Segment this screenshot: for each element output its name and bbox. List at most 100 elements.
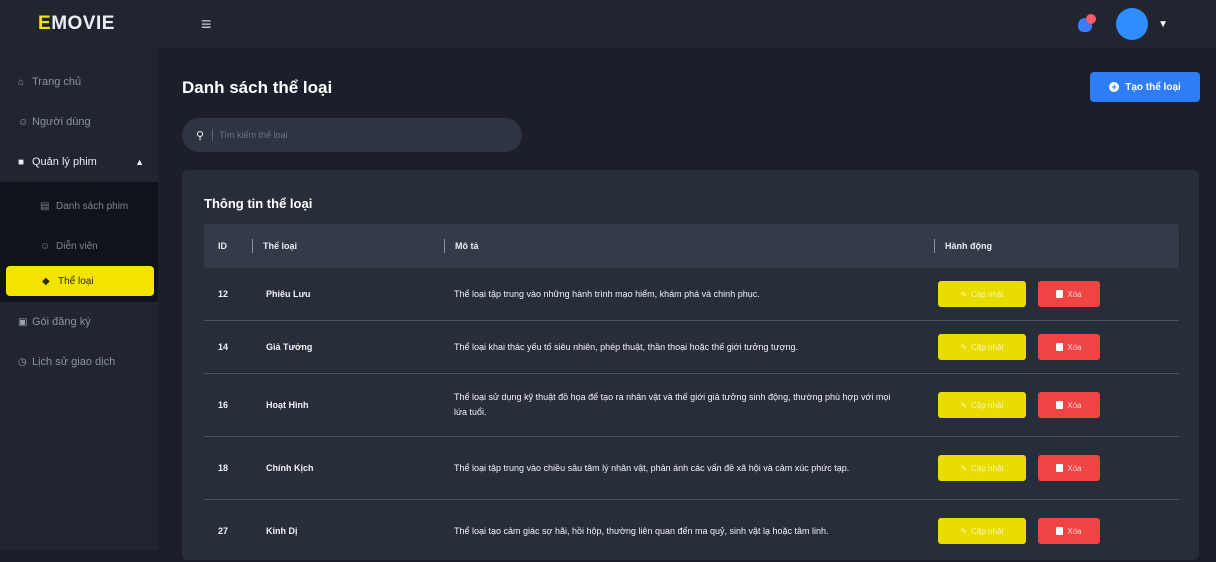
delete-button[interactable]: Xóa — [1038, 455, 1100, 481]
sidebar-item-subscriptions[interactable]: ▣ Gói đăng ký — [0, 302, 158, 342]
cell-id: 27 — [218, 526, 229, 536]
edit-button[interactable]: ✎ Cập nhật — [938, 392, 1026, 418]
delete-button[interactable]: Xóa — [1038, 334, 1100, 360]
cell-name: Chính Kịch — [266, 463, 314, 473]
cell-description: Thể loại tập trung vào chiều sâu tâm lý … — [454, 462, 850, 473]
plus-circle-icon: + — [1109, 82, 1120, 92]
cell-id: 14 — [218, 342, 229, 352]
delete-button[interactable]: Xóa — [1038, 392, 1100, 418]
column-header-actions: Hành động — [934, 224, 1179, 268]
notification-bell-icon[interactable] — [1078, 14, 1098, 34]
trash-icon — [1056, 464, 1064, 472]
brand-logo-first: E — [38, 13, 52, 34]
sidebar-item-label: Người dùng — [32, 116, 91, 128]
sidebar-item-transactions[interactable]: ◷ Lịch sử giao dịch — [0, 342, 158, 382]
sidebar-item-label: Lịch sử giao dịch — [32, 356, 116, 368]
sidebar-item-label: Danh sách phim — [56, 200, 129, 212]
sidebar-item-label: Gói đăng ký — [32, 316, 91, 328]
cell-description: Thể loại khai thác yếu tố siêu nhiên, ph… — [454, 341, 798, 352]
pencil-icon: ✎ — [960, 289, 968, 299]
table-row: 16 Hoạt Hình Thể loại sử dụng kỹ thuật đ… — [204, 374, 1179, 437]
table-row: 14 Giả Tưởng Thể loại khai thác yếu tố s… — [204, 321, 1179, 374]
edit-button[interactable]: ✎ Cập nhật — [938, 455, 1026, 481]
delete-label: Xóa — [1067, 526, 1082, 536]
cell-name: Giả Tưởng — [266, 342, 313, 352]
cell-id: 16 — [218, 400, 229, 410]
trash-icon — [1056, 401, 1064, 409]
brand-logo-rest: MOVIE — [51, 13, 115, 34]
edit-button[interactable]: ✎ Cập nhật — [938, 334, 1026, 360]
table-header: ID Thể loại Mô tả Hành động — [204, 224, 1179, 268]
trash-icon — [1056, 290, 1064, 298]
cell-description: Thể loại tạo cảm giác sợ hãi, hồi hộp, t… — [454, 525, 829, 536]
actor-icon: ☺ — [40, 240, 51, 252]
sidebar-item-label: Quản lý phim — [32, 156, 97, 168]
list-icon: ▤ — [40, 200, 50, 212]
pencil-icon: ✎ — [960, 342, 968, 352]
sidebar-item-users[interactable]: ☺ Người dùng — [0, 102, 158, 142]
edit-button[interactable]: ✎ Cập nhật — [938, 518, 1026, 544]
cell-actions: ✎ Cập nhật Xóa — [934, 334, 1179, 360]
column-header-id: ID — [218, 241, 227, 251]
create-genre-button[interactable]: + Tạo thể loại — [1090, 72, 1200, 102]
cell-description: Thể loại sử dụng kỹ thuật đồ họa để tạo … — [454, 392, 891, 417]
card-title: Thông tin thể loại — [204, 196, 313, 211]
cell-actions: ✎ Cập nhật Xóa — [934, 518, 1179, 544]
search-input[interactable] — [212, 129, 502, 141]
edit-label: Cập nhật — [971, 289, 1004, 299]
cell-description: Thể loại tập trung vào những hành trình … — [454, 288, 760, 299]
sidebar-item-home[interactable]: ⌂ Trang chủ — [0, 62, 158, 102]
cell-actions: ✎ Cập nhật Xóa — [934, 455, 1179, 481]
film-icon: ■ — [18, 156, 25, 168]
create-genre-label: Tạo thể loại — [1125, 81, 1181, 93]
pencil-icon: ✎ — [960, 526, 968, 536]
sidebar-item-label: Trang chủ — [32, 76, 82, 88]
main-content: Danh sách thể loại + Tạo thể loại ⚲ Thôn… — [158, 48, 1216, 560]
edit-label: Cập nhật — [971, 400, 1004, 410]
cell-id: 18 — [218, 463, 229, 473]
delete-label: Xóa — [1067, 463, 1082, 473]
cell-name: Hoạt Hình — [266, 400, 309, 410]
top-bar: EMOVIE ≡ ▼ — [0, 0, 1216, 48]
trash-icon — [1056, 343, 1064, 351]
cell-id: 12 — [218, 289, 229, 299]
cell-actions: ✎ Cập nhật Xóa — [934, 281, 1179, 307]
genre-table: ID Thể loại Mô tả Hành động 12 Phiêu Lưu… — [204, 224, 1179, 562]
pencil-icon: ✎ — [960, 463, 968, 473]
chevron-down-icon[interactable]: ▼ — [1158, 19, 1168, 30]
avatar[interactable] — [1116, 8, 1149, 40]
history-icon: ◷ — [18, 356, 27, 368]
column-header-name: Thể loại — [252, 224, 444, 268]
column-header-label: Mô tả — [455, 241, 479, 251]
sidebar-item-movie-management[interactable]: ■ Quản lý phim ▲ — [0, 142, 158, 182]
sidebar-item-label: Thể loại — [58, 275, 94, 287]
delete-label: Xóa — [1067, 400, 1082, 410]
sidebar-item-genres[interactable]: ◆ Thể loại — [6, 266, 154, 296]
home-icon: ⌂ — [18, 76, 25, 88]
user-icon: ☺ — [18, 116, 29, 128]
delete-label: Xóa — [1067, 342, 1082, 352]
table-row: 27 Kinh Dị Thể loại tạo cảm giác sợ hãi,… — [204, 500, 1179, 562]
package-icon: ▣ — [18, 316, 28, 328]
edit-button[interactable]: ✎ Cập nhật — [938, 281, 1026, 307]
sidebar: ⌂ Trang chủ ☺ Người dùng ■ Quản lý phim … — [0, 48, 158, 550]
edit-label: Cập nhật — [971, 342, 1004, 352]
column-header-description: Mô tả — [444, 224, 934, 268]
brand-logo[interactable]: EMOVIE — [0, 13, 158, 35]
trash-icon — [1056, 527, 1064, 535]
hamburger-menu-icon[interactable]: ≡ — [201, 14, 212, 35]
search-bar: ⚲ — [182, 118, 522, 152]
edit-label: Cập nhật — [971, 526, 1004, 536]
sidebar-item-actors[interactable]: ☺ Diễn viên — [0, 226, 158, 266]
cell-name: Phiêu Lưu — [266, 289, 311, 299]
delete-button[interactable]: Xóa — [1038, 518, 1100, 544]
table-row: 12 Phiêu Lưu Thể loại tập trung vào nhữn… — [204, 268, 1179, 321]
delete-label: Xóa — [1067, 289, 1082, 299]
tag-icon: ◆ — [42, 275, 50, 287]
sidebar-item-movie-list[interactable]: ▤ Danh sách phim — [0, 186, 158, 226]
column-header-label: Thể loại — [263, 241, 298, 251]
column-header-label: Hành động — [945, 241, 992, 251]
pencil-icon: ✎ — [960, 400, 968, 410]
sidebar-item-label: Diễn viên — [56, 240, 98, 252]
delete-button[interactable]: Xóa — [1038, 281, 1100, 307]
